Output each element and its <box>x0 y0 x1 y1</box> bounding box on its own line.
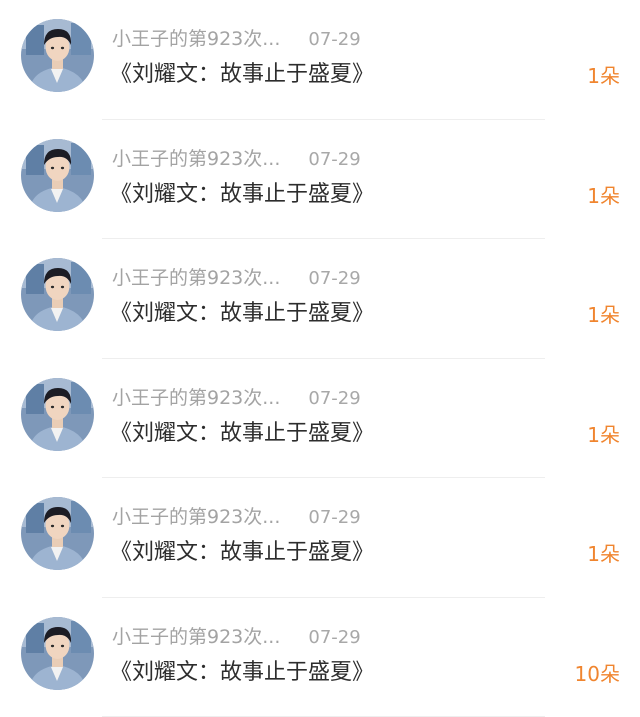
flower-count: 1朵 <box>587 301 620 329</box>
item-meta: 小王子的第923次... 07-29 <box>112 26 361 52</box>
item-meta: 小王子的第923次... 07-29 <box>112 385 361 411</box>
story-title[interactable]: 《刘耀文：故事止于盛夏》 <box>110 180 374 210</box>
list-item[interactable]: 小王子的第923次... 07-29 《刘耀文：故事止于盛夏》 1朵 <box>0 120 640 240</box>
post-date: 07-29 <box>308 266 360 292</box>
flower-count: 1朵 <box>587 62 620 90</box>
item-meta: 小王子的第923次... 07-29 <box>112 624 361 650</box>
avatar[interactable] <box>21 19 94 92</box>
list-item[interactable]: 小王子的第923次... 07-29 《刘耀文：故事止于盛夏》 10朵 <box>0 598 640 717</box>
post-date: 07-29 <box>308 386 360 412</box>
post-date: 07-29 <box>308 147 360 173</box>
item-meta: 小王子的第923次... 07-29 <box>112 146 361 172</box>
flower-count: 1朵 <box>587 182 620 210</box>
flower-count: 1朵 <box>587 540 620 568</box>
user-name[interactable]: 小王子的第923次... <box>112 387 280 409</box>
list-item[interactable]: 小王子的第923次... 07-29 《刘耀文：故事止于盛夏》 1朵 <box>0 239 640 359</box>
gift-record-list: 小王子的第923次... 07-29 《刘耀文：故事止于盛夏》 1朵 小王子的第9… <box>0 0 640 717</box>
post-date: 07-29 <box>308 27 360 53</box>
list-item[interactable]: 小王子的第923次... 07-29 《刘耀文：故事止于盛夏》 1朵 <box>0 0 640 120</box>
user-name[interactable]: 小王子的第923次... <box>112 506 280 528</box>
flower-count: 10朵 <box>575 660 620 688</box>
item-meta: 小王子的第923次... 07-29 <box>112 265 361 291</box>
user-name[interactable]: 小王子的第923次... <box>112 28 280 50</box>
avatar[interactable] <box>21 497 94 570</box>
story-title[interactable]: 《刘耀文：故事止于盛夏》 <box>110 60 374 90</box>
avatar-photo-icon <box>21 497 94 570</box>
story-title[interactable]: 《刘耀文：故事止于盛夏》 <box>110 419 374 449</box>
avatar[interactable] <box>21 139 94 212</box>
avatar-photo-icon <box>21 19 94 92</box>
story-title[interactable]: 《刘耀文：故事止于盛夏》 <box>110 658 374 688</box>
flower-count: 1朵 <box>587 421 620 449</box>
item-meta: 小王子的第923次... 07-29 <box>112 504 361 530</box>
list-item[interactable]: 小王子的第923次... 07-29 《刘耀文：故事止于盛夏》 1朵 <box>0 359 640 479</box>
user-name[interactable]: 小王子的第923次... <box>112 626 280 648</box>
user-name[interactable]: 小王子的第923次... <box>112 148 280 170</box>
avatar-photo-icon <box>21 617 94 690</box>
list-item[interactable]: 小王子的第923次... 07-29 《刘耀文：故事止于盛夏》 1朵 <box>0 478 640 598</box>
avatar-photo-icon <box>21 378 94 451</box>
avatar[interactable] <box>21 378 94 451</box>
story-title[interactable]: 《刘耀文：故事止于盛夏》 <box>110 538 374 568</box>
post-date: 07-29 <box>308 505 360 531</box>
avatar-photo-icon <box>21 258 94 331</box>
avatar[interactable] <box>21 258 94 331</box>
avatar[interactable] <box>21 617 94 690</box>
story-title[interactable]: 《刘耀文：故事止于盛夏》 <box>110 299 374 329</box>
user-name[interactable]: 小王子的第923次... <box>112 267 280 289</box>
avatar-photo-icon <box>21 139 94 212</box>
post-date: 07-29 <box>308 625 360 651</box>
